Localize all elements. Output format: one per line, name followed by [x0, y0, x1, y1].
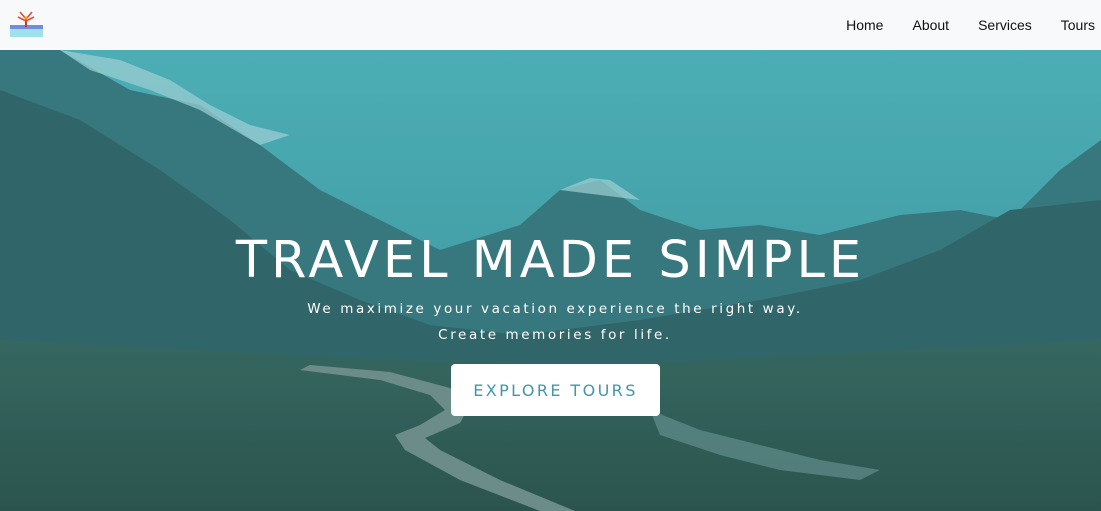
nav-links: Home About Services Tours: [846, 0, 1095, 50]
nav-link-home[interactable]: Home: [846, 0, 883, 50]
hero-title: TRAVEL MADE SIMPLE: [235, 231, 866, 290]
hero-content: TRAVEL MADE SIMPLE We maximize your vaca…: [0, 50, 1101, 511]
nav-link-tours[interactable]: Tours: [1061, 0, 1095, 50]
nav-link-services[interactable]: Services: [978, 0, 1032, 50]
hero-subtitle: We maximize your vacation experience the…: [307, 301, 803, 343]
navbar: Home About Services Tours: [0, 0, 1101, 50]
explore-tours-button[interactable]: EXPLORE TOURS: [451, 364, 660, 416]
nav-link-about[interactable]: About: [912, 0, 949, 50]
hero-section: TRAVEL MADE SIMPLE We maximize your vaca…: [0, 50, 1101, 511]
brand-logo-icon[interactable]: [10, 9, 43, 37]
